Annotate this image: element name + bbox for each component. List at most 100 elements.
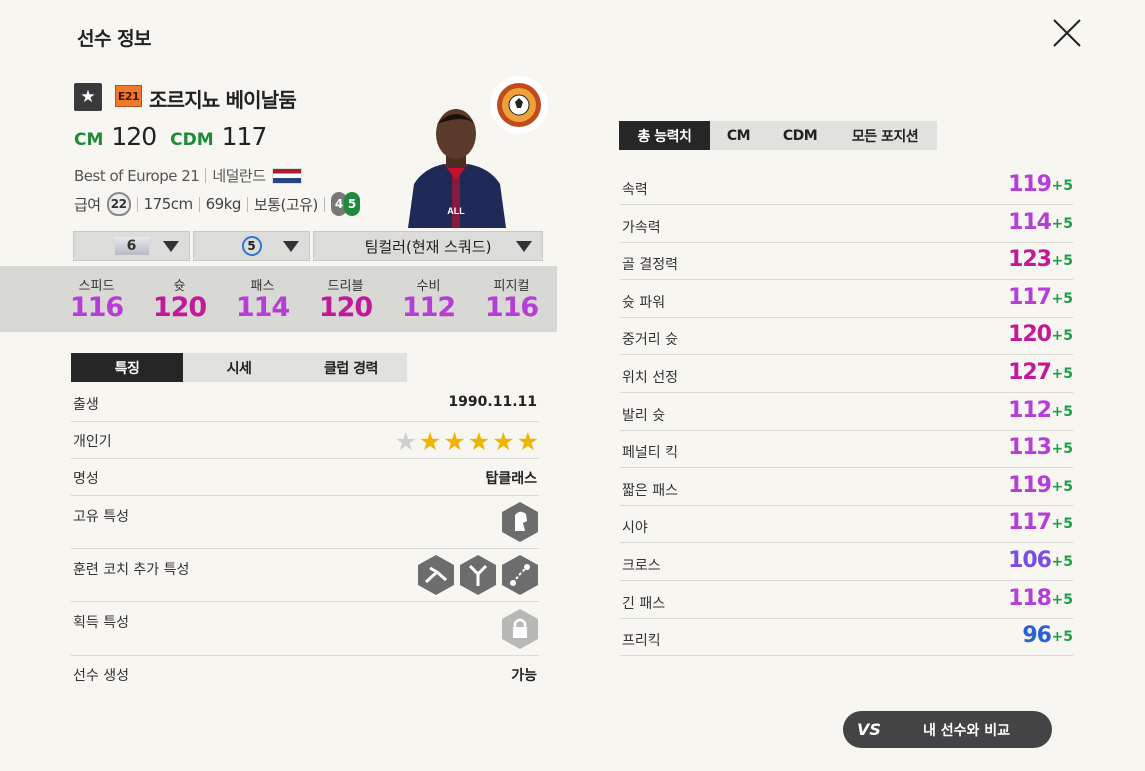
list-item: 명성 탑클래스 xyxy=(71,459,539,496)
coach-traits xyxy=(417,554,539,596)
ability-row: 위치 선정 127 +5 xyxy=(620,355,1073,393)
ability-value: 113 xyxy=(1008,435,1052,461)
ability-value: 114 xyxy=(1008,209,1052,235)
ability-name: 긴 패스 xyxy=(622,595,666,612)
ability-value: 117 xyxy=(1008,510,1052,536)
skill-stars: ★ ★ ★ ★ ★ ★ xyxy=(394,429,539,454)
ability-name: 속력 xyxy=(622,182,648,198)
stat-passing: 패스 114 xyxy=(221,266,304,332)
position-code: CM xyxy=(74,130,104,150)
season-name: Best of Europe 21 xyxy=(74,166,200,185)
position-ratings: CM 120 CDM 117 xyxy=(74,122,272,151)
body-type: 보통(고유) xyxy=(253,195,318,214)
stat-value: 120 xyxy=(318,292,373,323)
upgrade-selectors: 6 5 팀컬러(현재 스쿼드) xyxy=(73,231,543,261)
unique-trait-icon[interactable] xyxy=(501,501,539,543)
unique-trait-label: 고유 특성 xyxy=(73,509,129,525)
ability-value: 106 xyxy=(1008,548,1052,573)
stat-value: 116 xyxy=(69,292,124,323)
ability-bonus: +5 xyxy=(1051,253,1073,270)
ability-bonus: +5 xyxy=(1051,516,1073,533)
pay-badge: 22 xyxy=(106,192,131,216)
season-badge: E21 xyxy=(115,85,142,107)
star-filled-icon: ★ xyxy=(443,427,466,456)
ability-value: 119 xyxy=(1008,472,1052,498)
tab-total-ability[interactable]: 총 능력치 xyxy=(619,121,710,150)
birth-label: 출생 xyxy=(73,397,99,413)
height: 175cm xyxy=(143,195,194,213)
coach-trait-label: 훈련 코치 추가 특성 xyxy=(73,562,190,578)
position-code: CDM xyxy=(170,130,214,150)
stat-value: 120 xyxy=(152,292,207,323)
ability-bonus: +5 xyxy=(1051,441,1073,458)
divider xyxy=(136,196,138,212)
level-select[interactable]: 5 xyxy=(193,231,310,261)
ability-bonus: +5 xyxy=(1051,366,1073,382)
ability-row: 시야 117 +5 xyxy=(620,505,1073,544)
list-item: 개인기 ★ ★ ★ ★ ★ ★ xyxy=(71,422,539,459)
position-ovr: 117 xyxy=(221,122,268,151)
svg-text:ALL: ALL xyxy=(447,206,465,216)
ability-name: 프리킥 xyxy=(622,633,661,650)
chevron-down-icon xyxy=(516,241,532,252)
tab-all-positions[interactable]: 모든 포지션 xyxy=(833,121,937,150)
ability-name: 중거리 슛 xyxy=(622,332,678,349)
ability-row: 긴 패스 118 +5 xyxy=(620,581,1073,619)
summary-stats: 스피드 116 슛 120 패스 114 드리블 120 수비 112 피지컬 … xyxy=(0,266,557,332)
tab-traits[interactable]: 특징 xyxy=(71,353,183,382)
foot-rating: 4 5 xyxy=(330,192,360,216)
acquired-trait-label: 획득 특성 xyxy=(73,615,129,631)
tab-cm[interactable]: CM xyxy=(710,121,767,150)
skill-trait-icon[interactable] xyxy=(417,554,455,596)
ability-bonus: +5 xyxy=(1051,591,1073,608)
ability-name: 골 결정력 xyxy=(622,257,678,274)
star-empty-icon: ★ xyxy=(394,427,417,456)
ability-value: 118 xyxy=(1008,585,1052,611)
team-color-select[interactable]: 팀컬러(현재 스쿼드) xyxy=(313,231,543,261)
netherlands-flag-icon xyxy=(271,167,302,184)
stat-value: 112 xyxy=(401,292,456,323)
create-label: 선수 생성 xyxy=(73,668,129,684)
tactics-trait-icon[interactable] xyxy=(459,554,497,596)
list-item: 출생 1990.11.11 xyxy=(71,384,539,422)
list-item: 획득 특성 xyxy=(71,602,539,656)
ability-bonus: +5 xyxy=(1051,478,1073,495)
nation: 네덜란드 xyxy=(212,167,266,185)
divider xyxy=(246,196,248,212)
tab-cdm[interactable]: CDM xyxy=(767,121,833,150)
ability-row: 골 결정력 123 +5 xyxy=(620,242,1073,281)
compare-label: 내 선수와 비교 xyxy=(923,722,1011,739)
team-color-label: 팀컬러(현재 스쿼드) xyxy=(364,237,492,256)
ability-name: 짧은 패스 xyxy=(622,482,678,499)
divider xyxy=(205,168,207,183)
page-title: 선수 정보 xyxy=(77,28,152,50)
list-item: 훈련 코치 추가 특성 xyxy=(71,549,539,602)
weight: 69kg xyxy=(205,195,242,213)
ability-value: 119 xyxy=(1008,172,1052,197)
lock-icon[interactable] xyxy=(501,608,539,650)
playmaker-trait-icon[interactable] xyxy=(501,554,539,596)
ability-value: 112 xyxy=(1008,397,1052,423)
enhance-level-select[interactable]: 6 xyxy=(73,231,190,261)
ability-bonus: +5 xyxy=(1051,178,1073,194)
reputation-value: 탑클래스 xyxy=(485,471,537,487)
close-icon[interactable] xyxy=(1050,16,1084,50)
create-value: 가능 xyxy=(511,668,537,684)
player-origin: Best of Europe 21 네덜란드 xyxy=(74,165,302,186)
divider xyxy=(198,196,200,212)
ability-bonus: +5 xyxy=(1051,328,1073,345)
team-logo xyxy=(490,76,548,134)
stat-value: 116 xyxy=(484,292,539,323)
ability-value: 127 xyxy=(1008,360,1052,385)
tab-price[interactable]: 시세 xyxy=(183,353,295,382)
ability-row: 중거리 슛 120 +5 xyxy=(620,317,1073,356)
tab-club-history[interactable]: 클럽 경력 xyxy=(295,353,407,382)
ability-row: 크로스 106 +5 xyxy=(620,543,1073,581)
compare-button[interactable]: VS 내 선수와 비교 xyxy=(843,711,1052,748)
star-icon[interactable]: ★ xyxy=(74,83,102,111)
player-physical: 급여 22 175cm 69kg 보통(고유) 4 5 xyxy=(74,192,360,216)
reputation-label: 명성 xyxy=(73,471,99,487)
ability-value: 123 xyxy=(1008,247,1052,273)
list-item: 고유 특성 xyxy=(71,496,539,549)
ability-row: 속력 119 +5 xyxy=(620,167,1073,205)
